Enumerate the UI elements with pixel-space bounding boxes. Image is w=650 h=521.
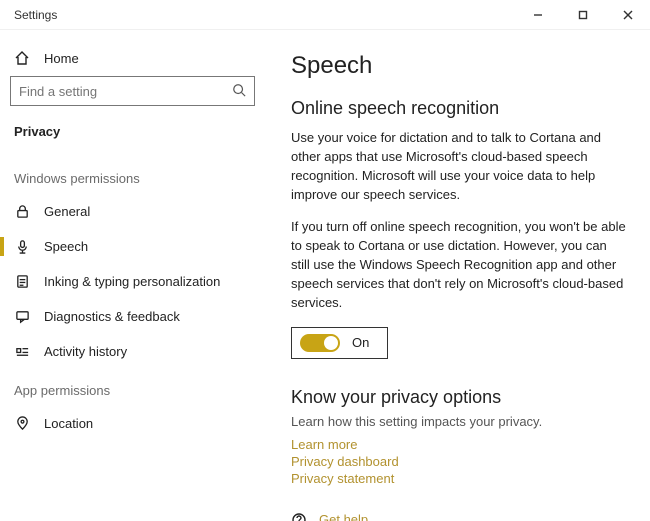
clipboard-icon [14, 274, 30, 289]
section-title: Online speech recognition [291, 98, 626, 119]
privacy-options-sub: Learn how this setting impacts your priv… [291, 414, 626, 429]
group-windows-permissions: Windows permissions [0, 157, 265, 194]
nav-location[interactable]: Location [0, 406, 265, 441]
nav-inking-typing[interactable]: Inking & typing personalization [0, 264, 265, 299]
link-learn-more[interactable]: Learn more [291, 437, 626, 452]
feedback-icon [14, 309, 30, 324]
nav-label: Speech [44, 239, 88, 254]
home-nav[interactable]: Home [0, 42, 265, 76]
help-icon [291, 512, 307, 521]
nav-general[interactable]: General [0, 194, 265, 229]
nav-speech[interactable]: Speech [0, 229, 265, 264]
page-title: Speech [291, 52, 626, 80]
main-content: Speech Online speech recognition Use you… [265, 30, 650, 521]
activity-icon [14, 344, 30, 359]
search-input[interactable] [19, 84, 232, 99]
current-category: Privacy [0, 118, 265, 157]
search-box[interactable] [10, 76, 255, 106]
privacy-options-title: Know your privacy options [291, 387, 626, 408]
get-help-label: Get help [319, 512, 368, 521]
nav-activity-history[interactable]: Activity history [0, 334, 265, 369]
speech-toggle-container: On [291, 327, 388, 359]
get-help-row[interactable]: Get help [291, 512, 626, 521]
speech-toggle[interactable] [300, 334, 340, 352]
toggle-knob [324, 336, 338, 350]
home-label: Home [44, 51, 79, 66]
toggle-state-label: On [352, 335, 369, 350]
location-icon [14, 416, 30, 431]
sidebar: Home Privacy Windows permissions General [0, 30, 265, 521]
group-app-permissions: App permissions [0, 369, 265, 406]
close-button[interactable] [605, 0, 650, 30]
lock-icon [14, 204, 30, 219]
nav-label: Activity history [44, 344, 127, 359]
link-privacy-statement[interactable]: Privacy statement [291, 471, 626, 486]
search-icon [232, 83, 246, 100]
settings-window: Settings Home [0, 0, 650, 521]
window-title: Settings [14, 8, 57, 22]
nav-label: Inking & typing personalization [44, 274, 220, 289]
nav-label: Diagnostics & feedback [44, 309, 180, 324]
nav-label: Location [44, 416, 93, 431]
maximize-button[interactable] [560, 0, 605, 30]
home-icon [14, 50, 30, 66]
minimize-button[interactable] [515, 0, 560, 30]
description-2: If you turn off online speech recognitio… [291, 218, 626, 312]
nav-diagnostics[interactable]: Diagnostics & feedback [0, 299, 265, 334]
description-1: Use your voice for dictation and to talk… [291, 129, 626, 204]
titlebar: Settings [0, 0, 650, 30]
microphone-icon [14, 239, 30, 254]
link-privacy-dashboard[interactable]: Privacy dashboard [291, 454, 626, 469]
nav-label: General [44, 204, 90, 219]
